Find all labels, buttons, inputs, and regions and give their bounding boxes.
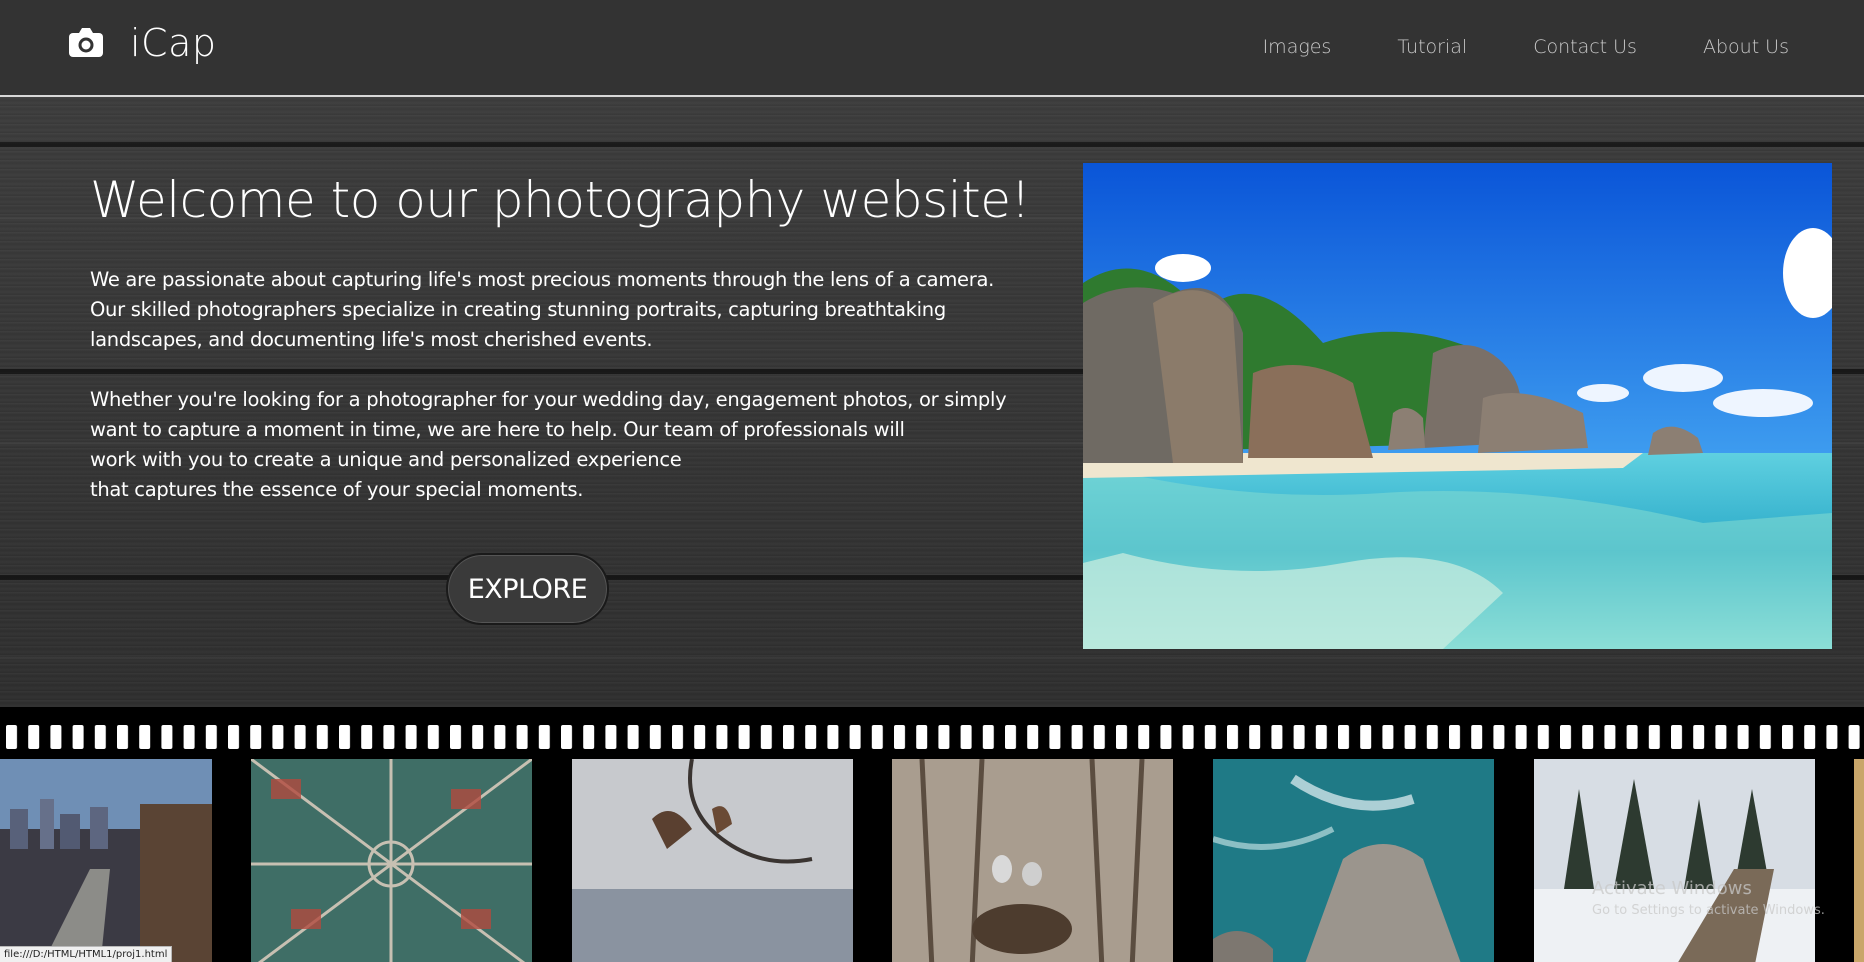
hero-paragraph-services: Whether you're looking for a photographe…	[90, 385, 1040, 505]
photo-aerial-city[interactable]	[251, 759, 532, 962]
text-line: We are passionate about capturing life's…	[90, 268, 994, 291]
text-line: Our skilled photographers specialize in …	[90, 298, 946, 321]
wood-plank-line	[0, 142, 1864, 147]
camera-icon	[69, 28, 103, 57]
nav-link-about-us[interactable]: About Us	[1703, 36, 1789, 58]
photo-sea-rock-birds[interactable]	[1213, 759, 1494, 962]
nav-link-contact-us[interactable]: Contact Us	[1533, 36, 1637, 58]
hero-beach-image	[1083, 163, 1832, 649]
hero-title: Welcome to our photography website!	[90, 171, 1031, 229]
text-line: that captures the essence of your specia…	[90, 478, 584, 501]
text-line: landscapes, and documenting life's most …	[90, 328, 653, 351]
watermark-subtitle: Go to Settings to activate Windows.	[1592, 903, 1825, 918]
photo-snowy-forest-dock[interactable]	[1534, 759, 1815, 962]
brand-name: iCap	[130, 21, 217, 65]
photo-edge	[1854, 759, 1864, 962]
nav-links: Images Tutorial Contact Us About Us	[1197, 36, 1789, 58]
nav-link-tutorial[interactable]: Tutorial	[1397, 36, 1467, 58]
film-sprockets	[0, 725, 1864, 749]
text-line: want to capture a moment in time, we are…	[90, 418, 905, 441]
film-strip	[0, 707, 1864, 962]
hero-section: Welcome to our photography website! We a…	[0, 97, 1864, 707]
text-line: Whether you're looking for a photographe…	[90, 388, 1007, 411]
watermark-title: Activate Windows	[1592, 878, 1752, 899]
status-bar-url: file:///D:/HTML/HTML1/proj1.html	[0, 946, 173, 962]
photo-winter-branch[interactable]	[572, 759, 853, 962]
photo-city-street[interactable]	[0, 759, 212, 962]
brand[interactable]: iCap	[66, 18, 217, 68]
nav-link-images[interactable]: Images	[1263, 36, 1332, 58]
hero-paragraph-intro: We are passionate about capturing life's…	[90, 265, 1040, 355]
text-line: work with you to create a unique and per…	[90, 448, 682, 471]
activate-windows-watermark: Activate Windows Go to Settings to activ…	[1592, 878, 1825, 918]
explore-button[interactable]: EXPLORE	[446, 553, 609, 625]
navbar: iCap Images Tutorial Contact Us About Us	[0, 0, 1864, 97]
wood-grain	[0, 657, 1864, 659]
photo-heron-nest[interactable]	[892, 759, 1173, 962]
